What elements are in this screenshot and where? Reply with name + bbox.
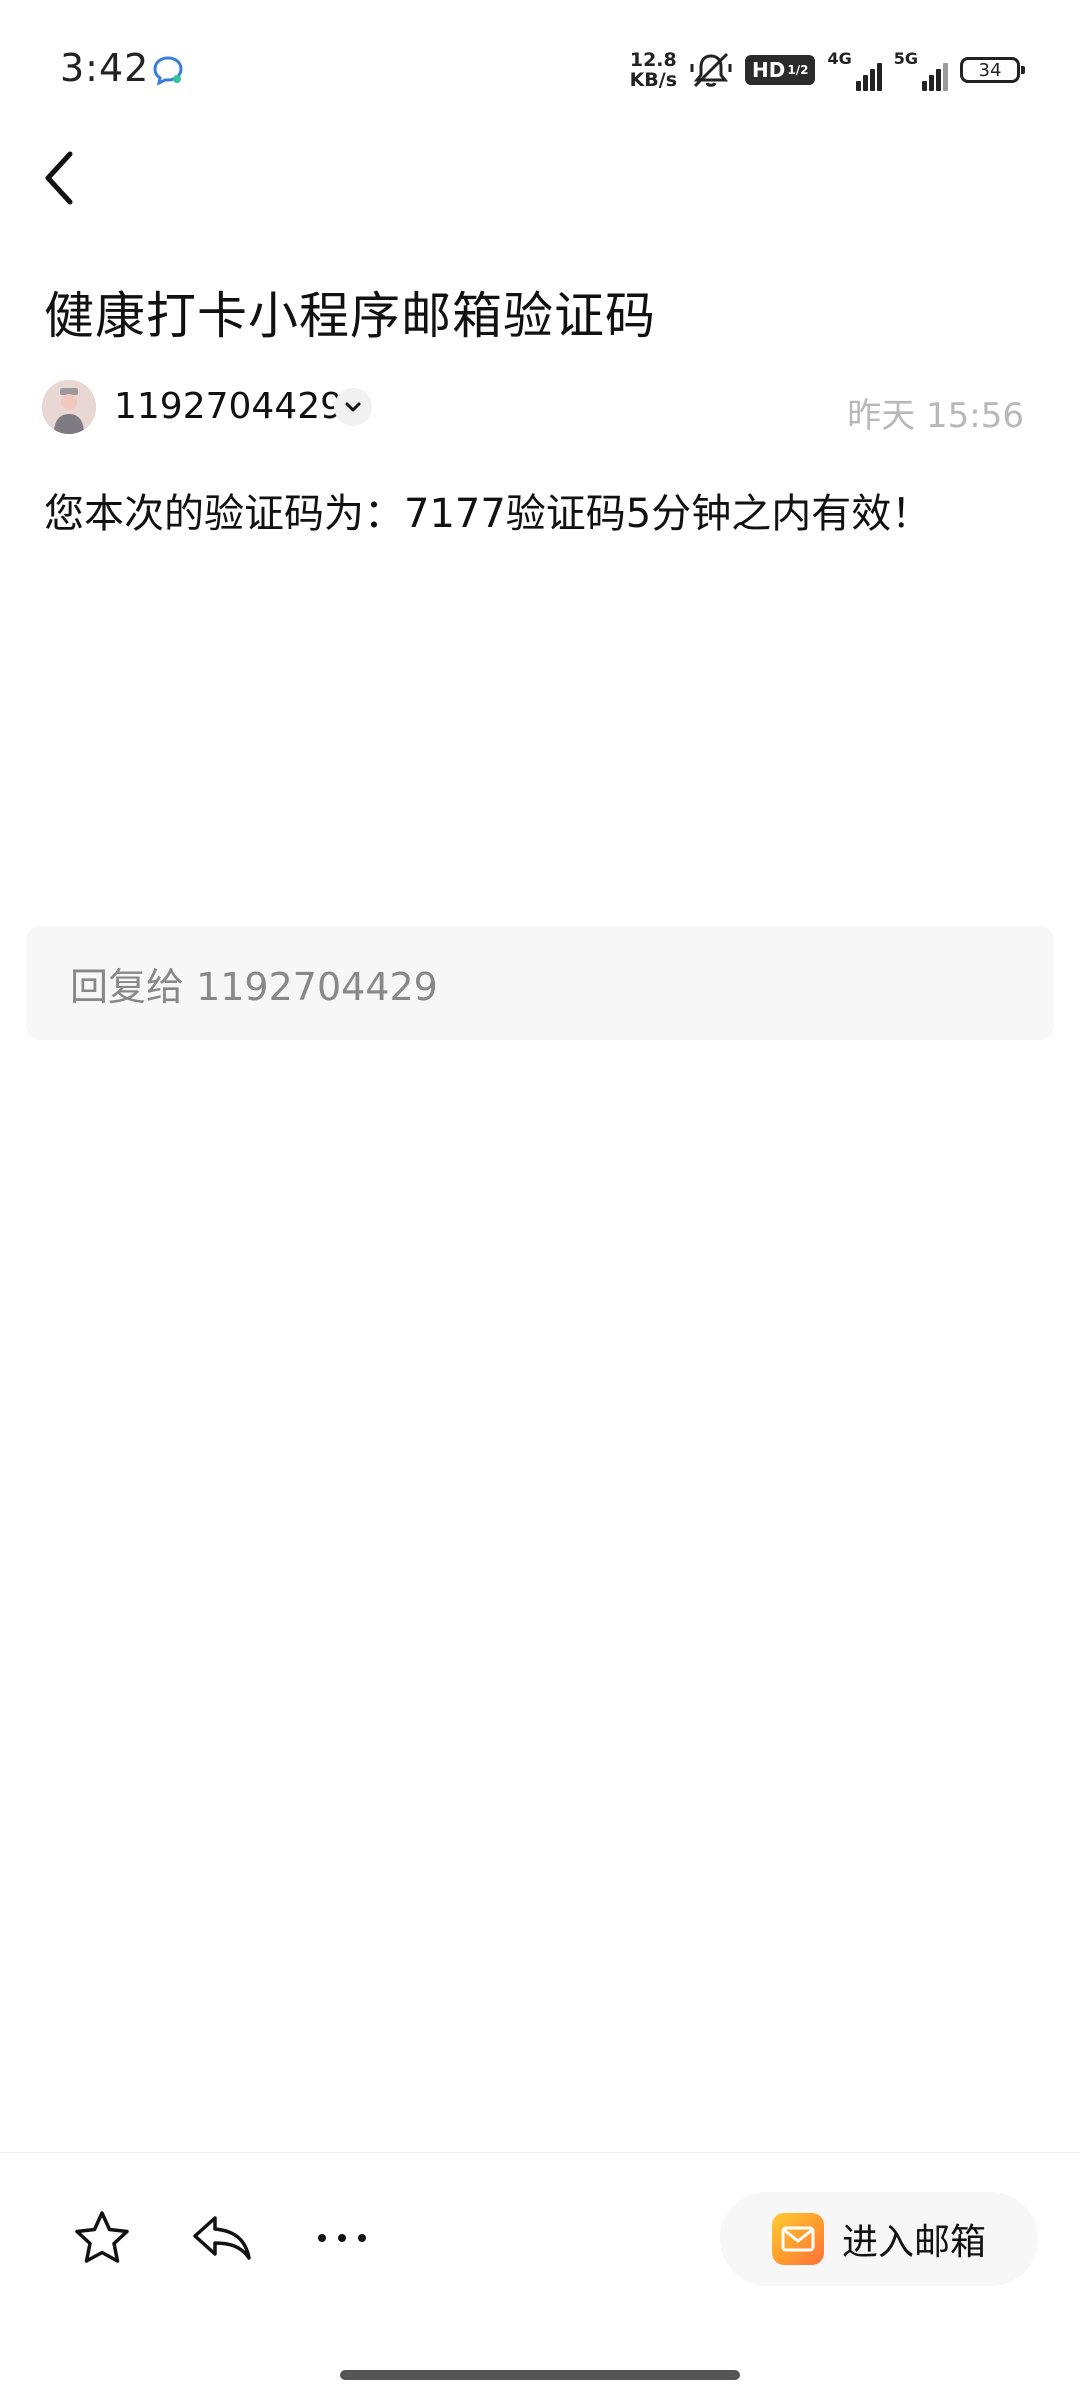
mail-app-icon xyxy=(771,2213,824,2265)
signal-bar xyxy=(922,81,927,91)
chat-bubble-icon xyxy=(153,56,183,86)
more-button[interactable] xyxy=(310,2206,374,2270)
back-button[interactable] xyxy=(28,140,92,216)
network-speed: 12.8 KB/s xyxy=(630,50,677,90)
signal-bar xyxy=(869,69,875,91)
signal-bar xyxy=(943,63,948,91)
signal-bar xyxy=(862,75,868,91)
enter-mailbox-button[interactable]: 进入邮箱 xyxy=(720,2192,1038,2286)
home-indicator[interactable] xyxy=(340,2370,740,2380)
chevron-down-icon xyxy=(345,402,361,412)
avatar-image-icon xyxy=(42,380,96,434)
email-body: 您本次的验证码为：7177验证码5分钟之内有效！ xyxy=(44,491,932,537)
enter-mailbox-label: 进入邮箱 xyxy=(841,2222,986,2263)
email-time: 昨天 15:56 xyxy=(847,396,1024,436)
hd-voice-badge: HD 1/2 xyxy=(745,55,816,85)
status-icons: 12.8 KB/s HD 1/2 4G 5G 34 xyxy=(630,46,1025,94)
chevron-left-icon xyxy=(45,151,73,205)
status-bar: 3:42 12.8 KB/s HD 1/2 4G 5G 34 xyxy=(0,0,1080,140)
mail-icon xyxy=(781,2226,815,2252)
reply-icon xyxy=(193,2216,251,2260)
star-icon xyxy=(75,2211,129,2263)
signal-bar xyxy=(936,69,941,91)
battery-icon: 34 xyxy=(960,57,1025,83)
sender-row: 1192704429 昨天 15:56 xyxy=(42,380,1042,436)
sender-avatar[interactable] xyxy=(42,380,96,434)
signal-sim1: 4G xyxy=(827,49,882,91)
star-button[interactable] xyxy=(70,2206,134,2270)
signal-sim2: 5G xyxy=(894,49,948,91)
reply-placeholder: 回复给 1192704429 xyxy=(70,964,438,1009)
sender-expand-button[interactable] xyxy=(334,388,372,426)
network-speed-value: 12.8 xyxy=(629,49,677,71)
battery-level: 34 xyxy=(978,59,1002,81)
sim1-network-label: 4G xyxy=(827,49,852,68)
toolbar-divider xyxy=(0,2152,1080,2153)
signal-bar xyxy=(855,81,861,91)
sim2-network-label: 5G xyxy=(893,49,918,68)
email-subject: 健康打卡小程序邮箱验证码 xyxy=(44,287,656,345)
signal-bar xyxy=(876,63,882,91)
status-time: 3:42 xyxy=(60,46,150,90)
more-icon xyxy=(318,2234,366,2242)
signal-bar xyxy=(929,75,934,91)
reply-button[interactable] xyxy=(190,2206,254,2270)
reply-input[interactable]: 回复给 1192704429 xyxy=(26,926,1054,1040)
mute-bell-icon xyxy=(690,52,732,88)
hd-sub-label: 1/2 xyxy=(787,63,809,77)
hd-label: HD xyxy=(752,58,786,82)
network-speed-unit: KB/s xyxy=(629,69,678,91)
sender-name[interactable]: 1192704429 xyxy=(114,386,343,427)
